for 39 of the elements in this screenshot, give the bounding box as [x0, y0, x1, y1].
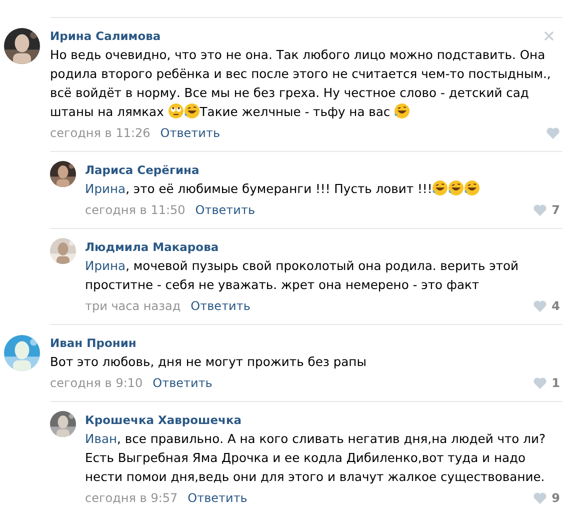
reply-link[interactable]: Ответить — [160, 126, 220, 140]
heart-icon[interactable] — [532, 204, 547, 216]
mention-link[interactable]: Ирина — [85, 182, 126, 196]
comment-text: Ирина, это её любимые бумеранги !!! Пусть ловит !!! — [85, 180, 562, 199]
author-name[interactable]: Людмила Макарова — [85, 240, 219, 254]
laughing-face-icon — [448, 180, 464, 196]
timestamp: сегодня в 9:10 — [50, 376, 143, 390]
laughing-face-icon — [432, 180, 448, 196]
like-count: 7 — [552, 203, 560, 217]
comment-text: Но ведь очевидно, что это не она. Так любого лицо можно подставить. Она родила второго ребёнка и вес после этого не считается чем-то постыдным., всё войдёт в норму. Все мы не без греха. Ну честное слово - детский сад штаны на лямках Такие желчные - тьфу на вас — [50, 47, 552, 121]
author-name[interactable]: Лариса Серёгина — [85, 163, 200, 177]
comment-text: Иван, все правильно. А на кого сливать негатив дня,на людей что ли? Есть Выгребная Яма Дрочка и ее кодла Дибиленко,вот туда и надо нести помои дня,ведь они для этого и влачут жалкое существование. — [85, 431, 546, 486]
mention-link[interactable]: Ирина — [85, 259, 126, 273]
reply-link[interactable]: Ответить — [190, 299, 250, 313]
laughing-face-icon — [464, 180, 480, 196]
timestamp: сегодня в 11:50 — [85, 203, 186, 217]
heart-icon[interactable] — [532, 492, 547, 504]
author-name[interactable]: Ирина Салимова — [50, 29, 161, 43]
like-count: 9 — [552, 491, 560, 505]
timestamp: три часа назад — [85, 299, 181, 313]
comment-text: Ирина, мочевой пузырь свой проколотый она родила. верить этой проститне - себя не уважать. жрет она немерено - это факт — [85, 258, 520, 294]
author-name[interactable]: Иван Пронин — [50, 336, 136, 350]
timestamp: сегодня в 9:57 — [85, 491, 178, 505]
laughing-face-icon — [394, 103, 410, 119]
heart-icon[interactable] — [546, 127, 560, 139]
reply-link[interactable]: Ответить — [152, 376, 212, 390]
heart-icon[interactable] — [532, 377, 547, 389]
eye-roll-face-icon — [168, 103, 184, 119]
reply-link[interactable]: Ответить — [195, 203, 256, 217]
heart-icon[interactable] — [532, 300, 547, 312]
like-count: 1 — [552, 376, 560, 390]
laughing-face-icon — [184, 103, 200, 119]
author-name[interactable]: Крошечка Хаврошечка — [85, 413, 242, 427]
comment-text: Вот это любовь, дня не могут прожить без рапы — [50, 354, 368, 371]
like-count: 4 — [552, 299, 560, 313]
mention-link[interactable]: Иван — [85, 432, 118, 446]
reply-link[interactable]: Ответить — [188, 491, 248, 505]
close-icon[interactable] — [544, 31, 554, 41]
timestamp: сегодня в 11:26 — [50, 126, 150, 140]
